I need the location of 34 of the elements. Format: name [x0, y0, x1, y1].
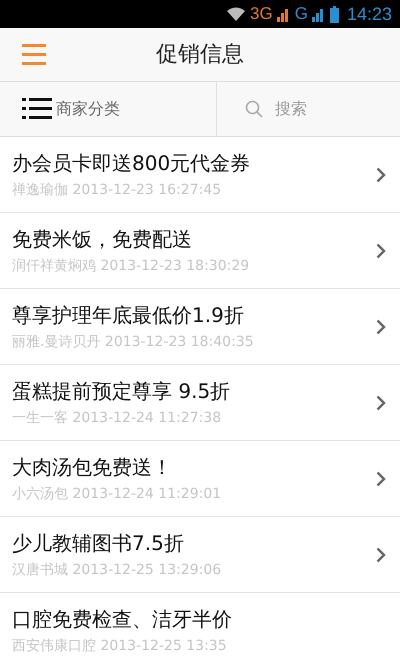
search-icon — [245, 100, 263, 118]
promotion-meta: 丽雅.曼诗贝丹 2013-12-23 18:40:35 — [12, 333, 255, 352]
menu-icon[interactable] — [22, 44, 46, 66]
promotion-item[interactable]: 免费米饭，免费配送 润仟祥黄焖鸡 2013-12-23 18:30:29 — [0, 213, 400, 289]
promotion-item[interactable]: 尊享护理年底最低价1.9折 丽雅.曼诗贝丹 2013-12-23 18:40:35 — [0, 289, 400, 365]
search-field[interactable]: 搜索 — [275, 97, 375, 121]
promotion-title: 蛋糕提前预定尊享 9.5折 — [12, 378, 232, 405]
signal-icon — [312, 6, 326, 22]
clock: 14:23 — [346, 2, 392, 26]
signal-icon — [276, 6, 291, 22]
list-icon — [22, 98, 52, 120]
promotion-item[interactable]: 大肉汤包免费送！ 小六汤包 2013-12-24 11:29:01 — [0, 441, 400, 517]
promotion-title: 口腔免费检查、洁牙半价 — [12, 606, 233, 633]
promotion-meta: 西安伟康口腔 2013-12-25 13:35 — [12, 637, 228, 656]
promotion-title: 免费米饭，免费配送 — [12, 226, 193, 253]
promotion-item[interactable]: 办会员卡即送800元代金券 禅逸瑜伽 2013-12-23 16:27:45 — [0, 137, 400, 213]
promotion-title: 办会员卡即送800元代金券 — [12, 150, 252, 177]
promotion-title: 大肉汤包免费送！ — [12, 454, 173, 481]
promotion-meta: 汉唐书城 2013-12-25 13:29:06 — [12, 561, 222, 580]
promotion-title: 尊享护理年底最低价1.9折 — [12, 302, 245, 329]
promotion-meta: 禅逸瑜伽 2013-12-23 16:27:45 — [12, 181, 222, 200]
promotion-meta: 一生一客 2013-12-24 11:27:38 — [12, 409, 222, 428]
promotion-item[interactable]: 少儿教辅图书7.5折 汉唐书城 2013-12-25 13:29:06 — [0, 517, 400, 593]
page-title: 促销信息 — [156, 41, 244, 69]
network-label: 3G — [250, 3, 273, 26]
promotion-meta: 润仟祥黄焖鸡 2013-12-23 18:30:29 — [12, 257, 250, 276]
category-button[interactable]: 商家分类 — [0, 82, 217, 136]
promotion-meta: 小六汤包 2013-12-24 11:29:01 — [12, 485, 222, 504]
network-label: G — [294, 3, 308, 26]
promotion-item[interactable]: 口腔免费检查、洁牙半价 西安伟康口腔 2013-12-25 13:35 — [0, 593, 400, 667]
promotion-item[interactable]: 蛋糕提前预定尊享 9.5折 一生一客 2013-12-24 11:27:38 — [0, 365, 400, 441]
wifi-icon — [226, 6, 246, 22]
promotion-title: 少儿教辅图书7.5折 — [12, 530, 185, 557]
battery-icon — [330, 6, 339, 22]
